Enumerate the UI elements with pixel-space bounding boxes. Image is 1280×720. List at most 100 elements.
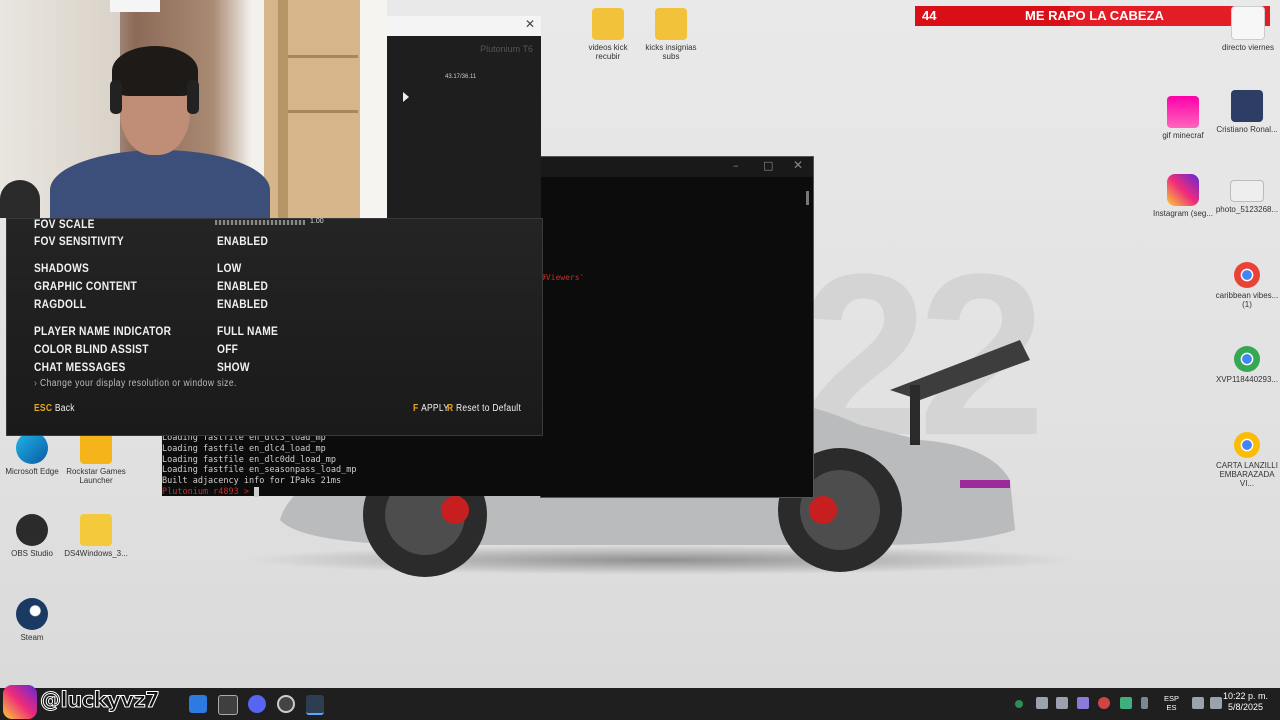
- clock-time: 10:22 p. m.: [1222, 691, 1268, 701]
- console-red-text: #Viewers': [541, 273, 585, 282]
- option-label[interactable]: SHADOWS: [34, 261, 89, 275]
- app-tray-icon[interactable]: [1056, 697, 1068, 709]
- minimize-icon[interactable]: –: [733, 159, 739, 172]
- desktop-icon-gif-minecraf[interactable]: gif minecraf: [1151, 96, 1215, 140]
- folder-icon: [80, 514, 112, 546]
- console-line: Loading fastfile en_dlc0dd_load_mp: [162, 454, 336, 465]
- fov-scale-slider[interactable]: [215, 220, 305, 225]
- console-output: Loading fastfile en_dlc3_load_mp Loading…: [162, 433, 812, 498]
- console-prompt-label: Plutonium r4893 >: [162, 486, 249, 497]
- maximize-icon[interactable]: □: [763, 159, 773, 172]
- wifi-icon[interactable]: [1192, 697, 1204, 709]
- desktop-icon-kicks-insignias[interactable]: kicks insignias subs: [639, 8, 703, 61]
- option-label[interactable]: COLOR BLIND ASSIST: [34, 342, 149, 356]
- console-line: Loading fastfile en_seasonpass_load_mp: [162, 465, 357, 476]
- desktop-icon-caribbean[interactable]: caribbean vibes... (1): [1215, 262, 1279, 309]
- console-prompt[interactable]: Plutonium r4893 >: [162, 486, 812, 498]
- language-code: ESP: [1164, 694, 1180, 703]
- option-value[interactable]: OFF: [217, 342, 238, 356]
- discord-tray-icon[interactable]: [1077, 697, 1089, 709]
- rockstar-icon: [80, 432, 112, 464]
- desktop-icon-photo[interactable]: photo_5123268...: [1215, 180, 1279, 214]
- option-value[interactable]: LOW: [217, 261, 242, 275]
- icon-label: gif minecraf: [1162, 131, 1204, 140]
- option-label[interactable]: GRAPHIC CONTENT: [34, 279, 137, 293]
- streamer-handle: @luckyvz7: [39, 688, 160, 713]
- apply-button[interactable]: F APPLY: [413, 403, 449, 414]
- discord-icon[interactable]: [248, 695, 266, 713]
- volume-icon[interactable]: [1210, 697, 1222, 709]
- icon-label: OBS Studio: [11, 549, 53, 558]
- desktop-icon-edge[interactable]: Microsoft Edge: [0, 432, 64, 476]
- microphone-icon[interactable]: [1141, 697, 1148, 709]
- back-button[interactable]: ESC Back: [34, 403, 75, 414]
- desktop-icon-carta[interactable]: CARTA LANZILLI EMBARAZADA VI...: [1215, 432, 1279, 488]
- status-dot-icon[interactable]: [1015, 700, 1023, 708]
- streamer-handle-overlay: @luckyvz7: [0, 682, 180, 720]
- console-line: Built adjacency info for IPaks 21ms: [162, 476, 342, 487]
- option-label-fov-scale: FOV SCALE: [34, 217, 95, 231]
- image-icon: [1230, 180, 1264, 202]
- desktop-icon-steam[interactable]: Steam: [0, 598, 64, 642]
- desktop-icon-cristiano[interactable]: Cristiano Ronal...: [1215, 90, 1279, 134]
- icon-label: XVP118440293...: [1215, 375, 1279, 384]
- option-hint: › Change your display resolution or wind…: [34, 378, 237, 389]
- game-small-readout: 43.17/36.11: [445, 74, 477, 80]
- desktop-icon-instagram[interactable]: Instagram (seg...: [1151, 174, 1215, 218]
- close-icon[interactable]: ✕: [525, 17, 535, 31]
- option-label[interactable]: FOV SENSITIVITY: [34, 234, 124, 248]
- game-options-menu[interactable]: FOV SCALE 1.00 FOV SENSITIVITY ENABLED S…: [6, 217, 543, 436]
- instagram-icon: [1167, 174, 1199, 206]
- app-icon[interactable]: [218, 695, 238, 715]
- option-value[interactable]: ENABLED: [217, 297, 268, 311]
- network-tray-icon[interactable]: [1120, 697, 1132, 709]
- obs-taskbar-icon[interactable]: [277, 695, 295, 713]
- clock[interactable]: 10:22 p. m. 5/8/2025: [1223, 691, 1268, 713]
- fov-scale-value: 1.00: [310, 218, 324, 225]
- health-bar-left-value: 44: [922, 8, 937, 23]
- image-icon: [1231, 90, 1263, 122]
- option-label[interactable]: PLAYER NAME INDICATOR: [34, 324, 171, 338]
- console-scrollbar[interactable]: [806, 191, 809, 205]
- icon-label: caribbean vibes... (1): [1215, 291, 1279, 309]
- icon-label: Steam: [20, 633, 44, 642]
- option-value[interactable]: ENABLED: [217, 279, 268, 293]
- icon-label: kicks insignias subs: [645, 43, 697, 61]
- apply-key: F: [413, 403, 419, 414]
- desktop-icon-xvp[interactable]: XVP118440293...: [1215, 346, 1279, 384]
- console-titlebar[interactable]: – □ ✕: [541, 157, 813, 177]
- game-window-top[interactable]: ✕ Plutonium T6 43.17/36.11: [387, 16, 541, 218]
- desktop-icon-rockstar[interactable]: Rockstar Games Launcher: [64, 432, 128, 485]
- record-tray-icon[interactable]: [1098, 697, 1110, 709]
- language-indicator[interactable]: ESP ES: [1164, 694, 1179, 712]
- webcam-overlay: [0, 0, 387, 218]
- option-value[interactable]: ENABLED: [217, 234, 268, 248]
- store-icon[interactable]: [189, 695, 207, 713]
- reset-button[interactable]: R Reset to Default: [447, 403, 521, 414]
- icon-label: Rockstar Games Launcher: [66, 467, 126, 485]
- terminal-icon[interactable]: [306, 695, 324, 715]
- desktop-icon-directo-viernes[interactable]: directo viernes: [1216, 6, 1280, 52]
- icon-label: photo_5123268...: [1215, 205, 1279, 214]
- option-value[interactable]: FULL NAME: [217, 324, 278, 338]
- instagram-icon: [3, 685, 37, 719]
- desktop-icon-obs[interactable]: OBS Studio: [0, 514, 64, 558]
- game-window-titlebar[interactable]: ✕: [387, 16, 541, 36]
- back-key: ESC: [34, 403, 53, 414]
- usb-icon[interactable]: [1036, 697, 1048, 709]
- option-hint-text: Change your display resolution or window…: [40, 378, 237, 389]
- close-icon[interactable]: ✕: [793, 158, 803, 172]
- option-value[interactable]: SHOW: [217, 360, 250, 374]
- console-line: Loading fastfile en_dlc4_load_mp: [162, 443, 326, 454]
- chrome-icon: [1234, 346, 1260, 372]
- desktop-icon-ds4[interactable]: DS4Windows_3...: [64, 514, 128, 558]
- icon-label: Microsoft Edge: [5, 467, 59, 476]
- obs-icon: [16, 514, 48, 546]
- chevron-right-icon: ›: [34, 378, 38, 389]
- option-label[interactable]: CHAT MESSAGES: [34, 360, 126, 374]
- back-label: Back: [54, 403, 75, 414]
- edge-icon: [16, 432, 48, 464]
- option-label[interactable]: RAGDOLL: [34, 297, 86, 311]
- desktop-icon-videos-kick[interactable]: videos kick recubir: [576, 8, 640, 61]
- steam-icon: [16, 598, 48, 630]
